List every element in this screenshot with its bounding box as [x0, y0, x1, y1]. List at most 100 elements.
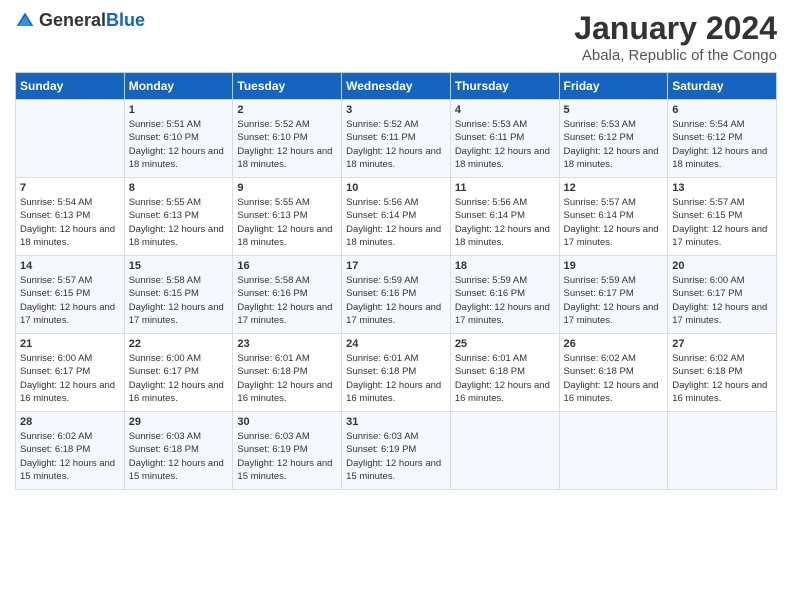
- main-title: January 2024: [574, 10, 777, 47]
- day-number: 20: [672, 260, 772, 272]
- day-number: 16: [237, 260, 337, 272]
- title-block: January 2024 Abala, Republic of the Cong…: [574, 10, 777, 64]
- logo-blue: Blue: [106, 10, 145, 30]
- day-info: Sunrise: 5:53 AMSunset: 6:12 PMDaylight:…: [564, 118, 664, 171]
- day-info: Sunrise: 6:00 AMSunset: 6:17 PMDaylight:…: [129, 352, 229, 405]
- day-info: Sunrise: 5:59 AMSunset: 6:17 PMDaylight:…: [564, 274, 664, 327]
- day-cell: 19 Sunrise: 5:59 AMSunset: 6:17 PMDayligh…: [559, 256, 668, 334]
- day-info: Sunrise: 5:58 AMSunset: 6:16 PMDaylight:…: [237, 274, 337, 327]
- day-cell: 11 Sunrise: 5:56 AMSunset: 6:14 PMDayligh…: [450, 178, 559, 256]
- day-cell: 17Sunrise: 5:59 AMSunset: 6:16 PMDayligh…: [342, 256, 451, 334]
- day-cell: 24 Sunrise: 6:01 AMSunset: 6:18 PMDayligh…: [342, 334, 451, 412]
- day-number: 31: [346, 416, 446, 428]
- day-number: 23: [237, 338, 337, 350]
- col-monday: Monday: [124, 73, 233, 100]
- day-cell: 5 Sunrise: 5:53 AMSunset: 6:12 PMDaylight…: [559, 100, 668, 178]
- day-info: Sunrise: 5:57 AMSunset: 6:15 PMDaylight:…: [20, 274, 120, 327]
- day-info: Sunrise: 5:57 AMSunset: 6:14 PMDaylight:…: [564, 196, 664, 249]
- day-number: 3: [346, 104, 446, 116]
- col-friday: Friday: [559, 73, 668, 100]
- day-number: 2: [237, 104, 337, 116]
- day-info: Sunrise: 5:56 AMSunset: 6:14 PMDaylight:…: [455, 196, 555, 249]
- day-info: Sunrise: 6:01 AMSunset: 6:18 PMDaylight:…: [237, 352, 337, 405]
- day-cell: 14 Sunrise: 5:57 AMSunset: 6:15 PMDayligh…: [16, 256, 125, 334]
- day-info: Sunrise: 6:01 AMSunset: 6:18 PMDaylight:…: [455, 352, 555, 405]
- col-saturday: Saturday: [668, 73, 777, 100]
- day-info: Sunrise: 5:51 AMSunset: 6:10 PMDaylight:…: [129, 118, 229, 171]
- logo-icon: [15, 11, 35, 31]
- day-info: Sunrise: 5:52 AMSunset: 6:10 PMDaylight:…: [237, 118, 337, 171]
- day-info: Sunrise: 6:03 AMSunset: 6:18 PMDaylight:…: [129, 430, 229, 483]
- day-info: Sunrise: 6:00 AMSunset: 6:17 PMDaylight:…: [672, 274, 772, 327]
- day-info: Sunrise: 6:00 AMSunset: 6:17 PMDaylight:…: [20, 352, 120, 405]
- day-cell: 23 Sunrise: 6:01 AMSunset: 6:18 PMDayligh…: [233, 334, 342, 412]
- day-info: Sunrise: 5:58 AMSunset: 6:15 PMDaylight:…: [129, 274, 229, 327]
- day-info: Sunrise: 5:54 AMSunset: 6:13 PMDaylight:…: [20, 196, 120, 249]
- day-cell: 9Sunrise: 5:55 AMSunset: 6:13 PMDaylight…: [233, 178, 342, 256]
- header-row: Sunday Monday Tuesday Wednesday Thursday…: [16, 73, 777, 100]
- day-cell: 6Sunrise: 5:54 AMSunset: 6:12 PMDaylight…: [668, 100, 777, 178]
- day-number: 24: [346, 338, 446, 350]
- day-info: Sunrise: 5:55 AMSunset: 6:13 PMDaylight:…: [129, 196, 229, 249]
- day-info: Sunrise: 5:53 AMSunset: 6:11 PMDaylight:…: [455, 118, 555, 171]
- day-number: 11: [455, 182, 555, 194]
- day-cell: 10 Sunrise: 5:56 AMSunset: 6:14 PMDayligh…: [342, 178, 451, 256]
- day-cell: 4Sunrise: 5:53 AMSunset: 6:11 PMDaylight…: [450, 100, 559, 178]
- day-cell: 28Sunrise: 6:02 AMSunset: 6:18 PMDayligh…: [16, 412, 125, 490]
- day-info: Sunrise: 6:01 AMSunset: 6:18 PMDaylight:…: [346, 352, 446, 405]
- day-number: 28: [20, 416, 120, 428]
- week-row-3: 21 Sunrise: 6:00 AMSunset: 6:17 PMDayligh…: [16, 334, 777, 412]
- day-info: Sunrise: 6:02 AMSunset: 6:18 PMDaylight:…: [672, 352, 772, 405]
- day-number: 27: [672, 338, 772, 350]
- day-cell: 8 Sunrise: 5:55 AMSunset: 6:13 PMDaylight…: [124, 178, 233, 256]
- day-cell: 22 Sunrise: 6:00 AMSunset: 6:17 PMDayligh…: [124, 334, 233, 412]
- day-number: 6: [672, 104, 772, 116]
- day-number: 26: [564, 338, 664, 350]
- day-number: 22: [129, 338, 229, 350]
- day-number: 19: [564, 260, 664, 272]
- day-number: 7: [20, 182, 120, 194]
- day-info: Sunrise: 5:56 AMSunset: 6:14 PMDaylight:…: [346, 196, 446, 249]
- day-cell: 2 Sunrise: 5:52 AMSunset: 6:10 PMDaylight…: [233, 100, 342, 178]
- day-number: 25: [455, 338, 555, 350]
- day-info: Sunrise: 5:59 AMSunset: 6:16 PMDaylight:…: [346, 274, 446, 327]
- day-info: Sunrise: 5:59 AMSunset: 6:16 PMDaylight:…: [455, 274, 555, 327]
- day-number: 30: [237, 416, 337, 428]
- day-number: 21: [20, 338, 120, 350]
- week-row-0: 1Sunrise: 5:51 AMSunset: 6:10 PMDaylight…: [16, 100, 777, 178]
- day-cell: 16 Sunrise: 5:58 AMSunset: 6:16 PMDayligh…: [233, 256, 342, 334]
- day-number: 14: [20, 260, 120, 272]
- day-number: 5: [564, 104, 664, 116]
- col-tuesday: Tuesday: [233, 73, 342, 100]
- week-row-2: 14 Sunrise: 5:57 AMSunset: 6:15 PMDayligh…: [16, 256, 777, 334]
- subtitle: Abala, Republic of the Congo: [574, 47, 777, 64]
- day-cell: [450, 412, 559, 490]
- day-cell: 1Sunrise: 5:51 AMSunset: 6:10 PMDaylight…: [124, 100, 233, 178]
- day-number: 8: [129, 182, 229, 194]
- day-cell: 27 Sunrise: 6:02 AMSunset: 6:18 PMDayligh…: [668, 334, 777, 412]
- day-info: Sunrise: 6:03 AMSunset: 6:19 PMDaylight:…: [346, 430, 446, 483]
- day-number: 10: [346, 182, 446, 194]
- day-cell: 3 Sunrise: 5:52 AMSunset: 6:11 PMDaylight…: [342, 100, 451, 178]
- day-info: Sunrise: 6:03 AMSunset: 6:19 PMDaylight:…: [237, 430, 337, 483]
- col-sunday: Sunday: [16, 73, 125, 100]
- day-number: 13: [672, 182, 772, 194]
- day-cell: 30 Sunrise: 6:03 AMSunset: 6:19 PMDayligh…: [233, 412, 342, 490]
- day-info: Sunrise: 5:52 AMSunset: 6:11 PMDaylight:…: [346, 118, 446, 171]
- day-info: Sunrise: 6:02 AMSunset: 6:18 PMDaylight:…: [564, 352, 664, 405]
- calendar-page: GeneralBlue January 2024 Abala, Republic…: [0, 0, 792, 612]
- day-info: Sunrise: 5:57 AMSunset: 6:15 PMDaylight:…: [672, 196, 772, 249]
- day-cell: 7 Sunrise: 5:54 AMSunset: 6:13 PMDaylight…: [16, 178, 125, 256]
- day-cell: 29Sunrise: 6:03 AMSunset: 6:18 PMDayligh…: [124, 412, 233, 490]
- logo: GeneralBlue: [15, 10, 145, 31]
- day-number: 15: [129, 260, 229, 272]
- day-cell: 20 Sunrise: 6:00 AMSunset: 6:17 PMDayligh…: [668, 256, 777, 334]
- day-cell: [16, 100, 125, 178]
- day-cell: 21 Sunrise: 6:00 AMSunset: 6:17 PMDayligh…: [16, 334, 125, 412]
- week-row-1: 7 Sunrise: 5:54 AMSunset: 6:13 PMDaylight…: [16, 178, 777, 256]
- day-cell: 26 Sunrise: 6:02 AMSunset: 6:18 PMDayligh…: [559, 334, 668, 412]
- day-cell: [668, 412, 777, 490]
- col-thursday: Thursday: [450, 73, 559, 100]
- day-cell: 18Sunrise: 5:59 AMSunset: 6:16 PMDayligh…: [450, 256, 559, 334]
- header: GeneralBlue January 2024 Abala, Republic…: [15, 10, 777, 64]
